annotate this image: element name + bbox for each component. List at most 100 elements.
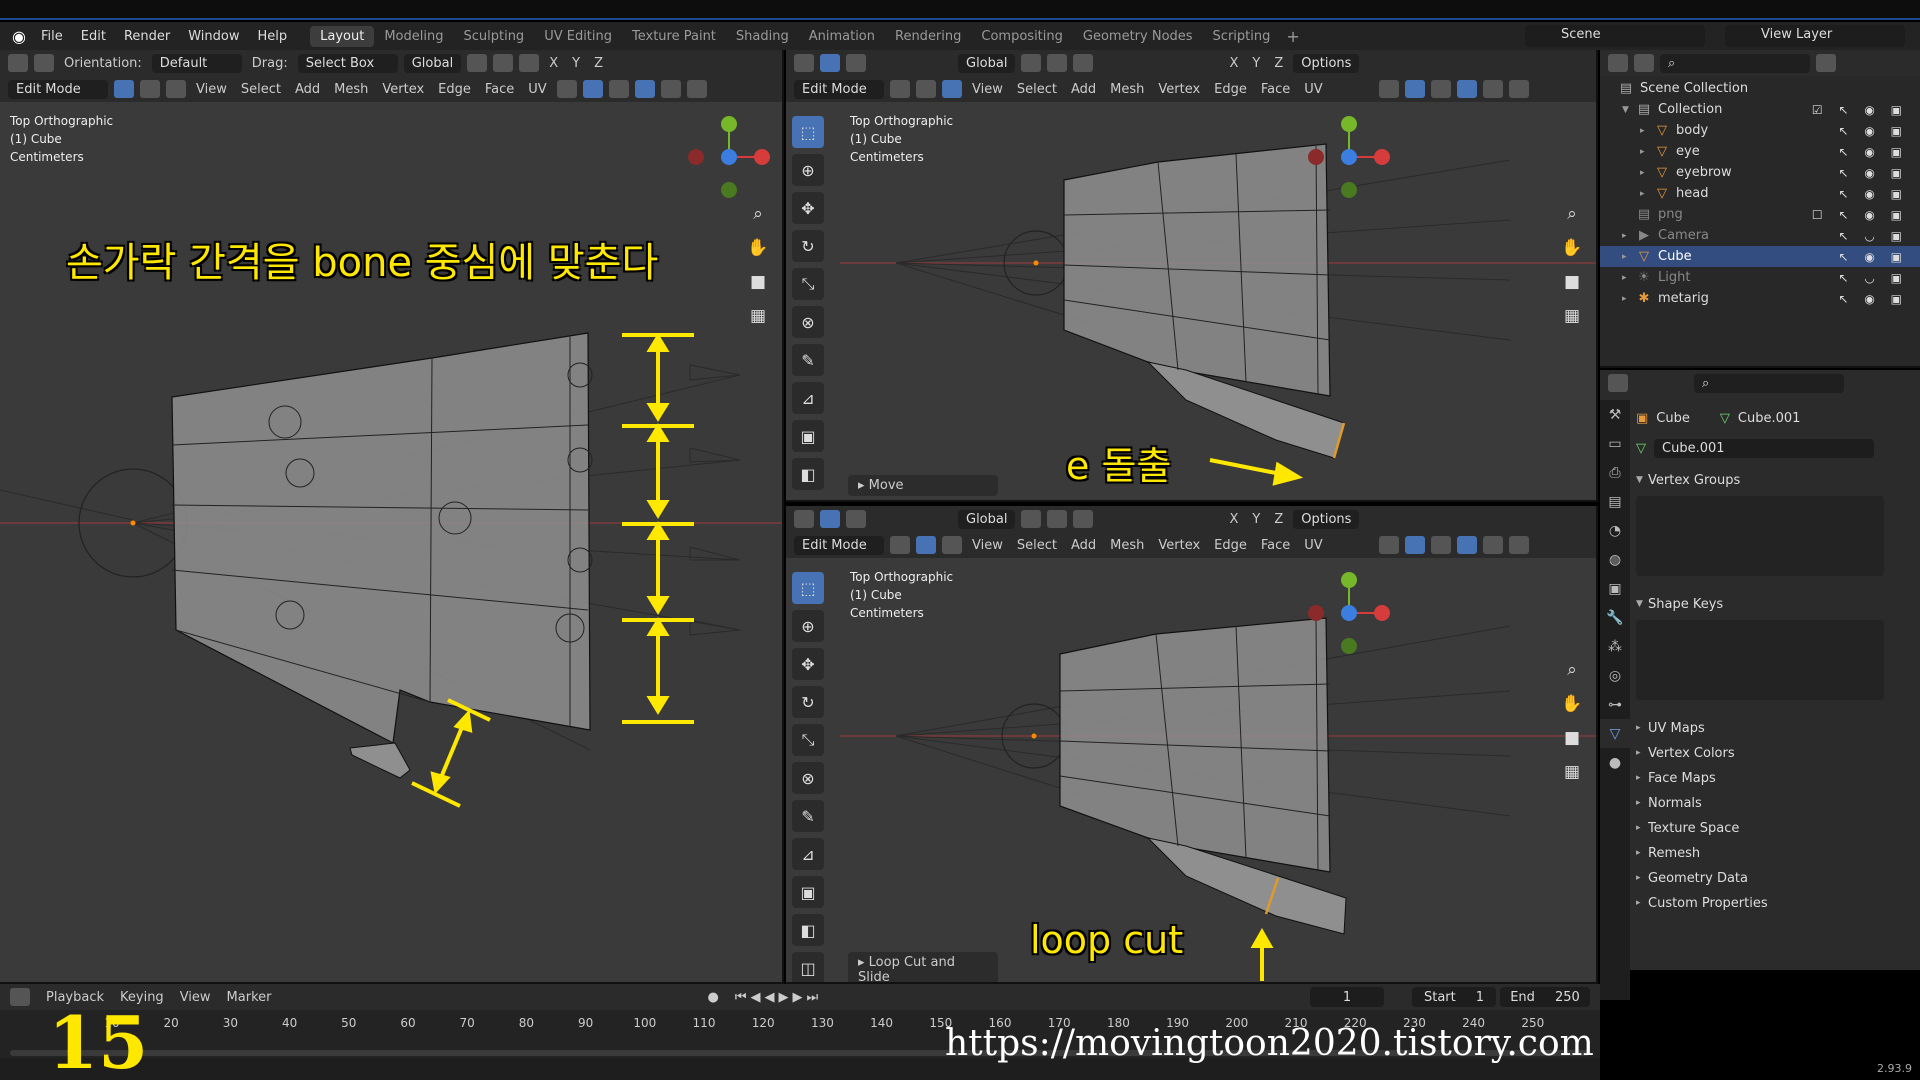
move-operator-panel[interactable]: ▸ Move <box>848 475 998 496</box>
outliner-row-metarig[interactable]: ▸ ✱ metarig ↖ ◉ ▣ <box>1600 288 1920 309</box>
outliner-row-eyebrow[interactable]: ▸ ▽ eyebrow ↖ ◉ ▣ <box>1600 162 1920 183</box>
add-workspace-icon[interactable]: + <box>1280 27 1305 46</box>
mesh-data-field[interactable]: Cube.001 <box>1654 438 1874 458</box>
top-right-3d-viewport[interactable]: Global X Y Z Options Edit Mode View Sele… <box>786 50 1598 502</box>
workspace-tab-scripting[interactable]: Scripting <box>1203 26 1281 47</box>
section-shape-keys[interactable]: ▼ Shape Keys <box>1636 592 1912 616</box>
mesh-data-tab-icon[interactable]: ▽ <box>1600 719 1630 748</box>
loop-cut-arrow <box>1250 927 1274 981</box>
top-right-mesh-canvas <box>840 116 1596 486</box>
pan-hand-icon[interactable]: ✋ <box>1558 690 1586 718</box>
section-remesh[interactable]: ▸ Remesh <box>1636 841 1912 865</box>
ruler-tick-label: 80 <box>518 1016 535 1030</box>
workspace-tab-sculpting[interactable]: Sculpting <box>453 26 534 47</box>
section-uv-maps[interactable]: ▸ UV Maps <box>1636 716 1912 740</box>
zoom-icon[interactable]: ⌕ <box>744 200 772 228</box>
object-tab-icon[interactable]: ▣ <box>1600 574 1630 603</box>
material-tab-icon[interactable]: ● <box>1600 748 1630 777</box>
outliner-search-field[interactable]: ⌕ <box>1660 53 1810 73</box>
outliner-row-light[interactable]: ▸ ☀ Light ↖ ◡ ▣ <box>1600 267 1920 288</box>
row-visibility-icons[interactable]: ☐ ↖ ◉ ▣ <box>1812 208 1908 222</box>
workspace-tab-modeling[interactable]: Modeling <box>374 26 453 47</box>
output-tab-icon[interactable]: ⎙ <box>1600 458 1630 487</box>
section-vertex-groups[interactable]: ▼ Vertex Groups <box>1636 468 1912 492</box>
row-visibility-icons[interactable]: ↖ ◉ ▣ <box>1839 166 1909 180</box>
modifier-tab-icon[interactable]: 🔧 <box>1600 603 1630 632</box>
workspace-tab-shading[interactable]: Shading <box>726 26 799 47</box>
properties-tabs: ⚒ ▭ ⎙ ▤ ◔ ◍ ▣ 🔧 ⁂ ◎ ⊶ ▽ ● <box>1600 400 1630 1000</box>
menu-help[interactable]: Help <box>249 29 297 44</box>
section-normals[interactable]: ▸ Normals <box>1636 791 1912 815</box>
row-visibility-icons[interactable]: ↖ ◉ ▣ <box>1839 250 1909 264</box>
camera-view-icon[interactable]: ■ <box>1558 724 1586 752</box>
row-visibility-icons[interactable]: ↖ ◉ ▣ <box>1839 292 1909 306</box>
menu-file[interactable]: File <box>32 29 72 44</box>
workspace-tab-animation[interactable]: Animation <box>799 26 885 47</box>
outliner-row-body[interactable]: ▸ ▽ body ↖ ◉ ▣ <box>1600 120 1920 141</box>
world-tab-icon[interactable]: ◍ <box>1600 545 1630 574</box>
editor-type-icon[interactable] <box>1608 54 1628 72</box>
scene-tab-icon[interactable]: ◔ <box>1600 516 1630 545</box>
bottom-right-3d-viewport[interactable]: Global X Y Z Options Edit Mode View Sele… <box>786 506 1598 984</box>
section-texture-space[interactable]: ▸ Texture Space <box>1636 816 1912 840</box>
filter-icon[interactable] <box>1816 54 1836 72</box>
row-visibility-icons[interactable]: ↖ ◉ ▣ <box>1839 124 1909 138</box>
outliner-row-png[interactable]: ▤ png ☐ ↖ ◉ ▣ <box>1600 204 1920 225</box>
workspace-tab-rendering[interactable]: Rendering <box>885 26 971 47</box>
pan-hand-icon[interactable]: ✋ <box>744 234 772 262</box>
zoom-icon[interactable]: ⌕ <box>1558 200 1586 228</box>
row-visibility-icons[interactable]: ☑ ↖ ◉ ▣ <box>1812 103 1908 117</box>
ruler-tick-label: 30 <box>222 1016 239 1030</box>
workspace-tab-layout[interactable]: Layout <box>310 25 375 47</box>
display-mode-icon[interactable] <box>1634 54 1654 72</box>
workspace-tab-uv-editing[interactable]: UV Editing <box>534 26 622 47</box>
outliner-row-collection[interactable]: ▼ ▤ Collection ☑ ↖ ◉ ▣ <box>1600 99 1920 120</box>
outliner-header: ⌕ <box>1600 50 1920 76</box>
view-layer-tab-icon[interactable]: ▤ <box>1600 487 1630 516</box>
outliner-row-cube[interactable]: ▸ ▽ Cube ↖ ◉ ▣ <box>1600 246 1920 267</box>
editor-type-icon[interactable] <box>1608 374 1628 392</box>
scene-selector[interactable]: Scene <box>1525 25 1705 47</box>
mesh-data-icon: ▽ <box>1636 440 1646 456</box>
ortho-grid-icon[interactable]: ▦ <box>1558 758 1586 786</box>
menu-edit[interactable]: Edit <box>72 29 115 44</box>
menu-render[interactable]: Render <box>115 29 179 44</box>
row-visibility-icons[interactable]: ↖ ◉ ▣ <box>1839 145 1909 159</box>
blender-logo-icon[interactable]: ◉ <box>6 23 32 49</box>
view-layer-selector[interactable]: View Layer <box>1725 25 1905 47</box>
section-geometry-data[interactable]: ▸ Geometry Data <box>1636 866 1912 890</box>
thumb-mesh <box>349 742 411 779</box>
workspace-tab-texture-paint[interactable]: Texture Paint <box>622 26 726 47</box>
section-face-maps[interactable]: ▸ Face Maps <box>1636 766 1912 790</box>
row-visibility-icons[interactable]: ↖ ◡ ▣ <box>1839 271 1909 285</box>
outliner-row-eye[interactable]: ▸ ▽ eye ↖ ◉ ▣ <box>1600 141 1920 162</box>
shape-keys-list[interactable] <box>1636 620 1884 700</box>
vertex-groups-list[interactable] <box>1636 496 1884 576</box>
section-vertex-colors[interactable]: ▸ Vertex Colors <box>1636 741 1912 765</box>
particles-tab-icon[interactable]: ⁂ <box>1600 632 1630 661</box>
row-visibility-icons[interactable]: ↖ ◡ ▣ <box>1839 229 1909 243</box>
tool-tab-icon[interactable]: ⚒ <box>1600 400 1630 429</box>
loop-cut-operator-panel[interactable]: ▸ Loop Cut and Slide <box>848 952 998 982</box>
outliner-row-head[interactable]: ▸ ▽ head ↖ ◉ ▣ <box>1600 183 1920 204</box>
outliner-root[interactable]: ▤ Scene Collection <box>1600 78 1920 99</box>
camera-view-icon[interactable]: ■ <box>1558 268 1586 296</box>
physics-tab-icon[interactable]: ◎ <box>1600 661 1630 690</box>
ortho-grid-icon[interactable]: ▦ <box>1558 302 1586 330</box>
outliner-row-camera[interactable]: ▸ ▶ Camera ↖ ◡ ▣ <box>1600 225 1920 246</box>
menu-window[interactable]: Window <box>179 29 248 44</box>
workspace-tab-compositing[interactable]: Compositing <box>971 26 1073 47</box>
properties-search-field[interactable]: ⌕ <box>1694 373 1844 393</box>
section-custom-properties[interactable]: ▸ Custom Properties <box>1636 891 1912 915</box>
mesh-object-icon: ▽ <box>1657 165 1667 180</box>
ortho-grid-icon[interactable]: ▦ <box>744 302 772 330</box>
constraints-tab-icon[interactable]: ⊶ <box>1600 690 1630 719</box>
zoom-icon[interactable]: ⌕ <box>1558 656 1586 684</box>
ruler-tick-label: 20 <box>163 1016 179 1030</box>
pan-hand-icon[interactable]: ✋ <box>1558 234 1586 262</box>
workspace-tab-geometry-nodes[interactable]: Geometry Nodes <box>1073 26 1203 47</box>
camera-view-icon[interactable]: ■ <box>744 268 772 296</box>
row-visibility-icons[interactable]: ↖ ◉ ▣ <box>1839 187 1909 201</box>
render-tab-icon[interactable]: ▭ <box>1600 429 1630 458</box>
left-3d-viewport[interactable]: Orientation: Default Drag: Select Box Gl… <box>0 50 784 984</box>
